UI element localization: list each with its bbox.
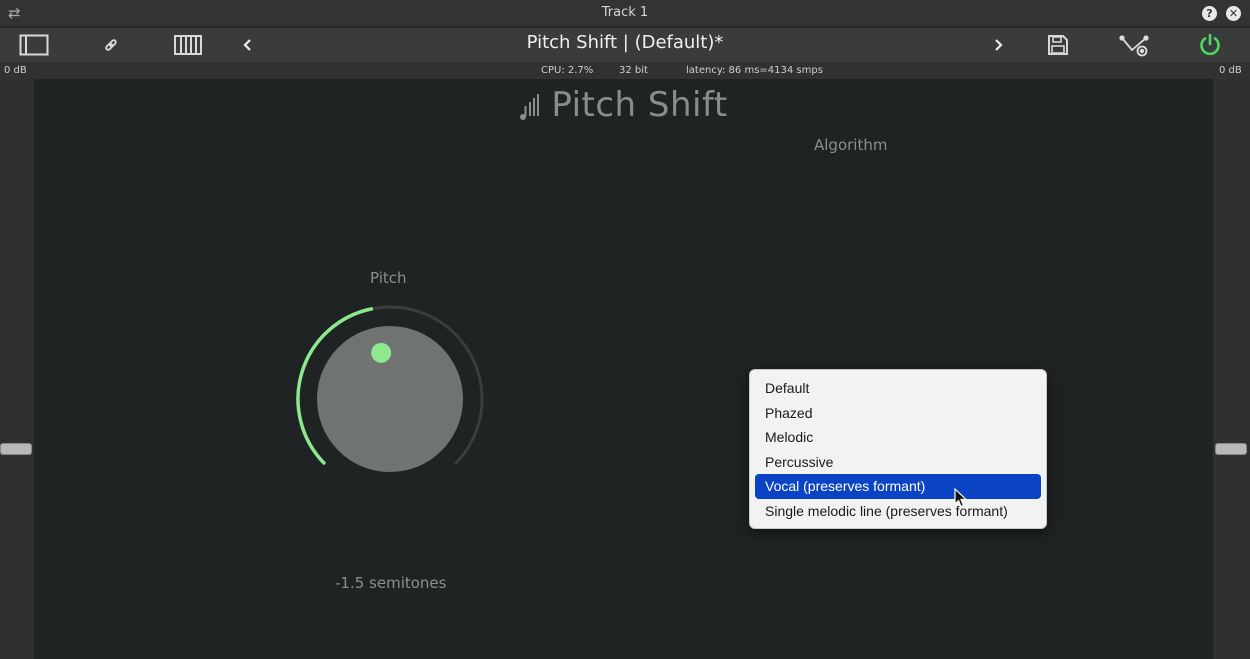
save-preset-button[interactable] [1044, 28, 1072, 62]
algorithm-option[interactable]: Default [755, 376, 1041, 401]
input-gain-fader[interactable] [0, 443, 32, 455]
input-gain-readout: 0 dB [4, 65, 27, 76]
algorithm-dropdown-menu: Default Phazed Melodic Percussive Vocal (pre… [749, 369, 1047, 529]
help-icon[interactable]: ? [1202, 6, 1217, 21]
pitch-knob[interactable] [292, 301, 488, 497]
pitch-knob-graphic [296, 305, 484, 472]
plugin-title-text: Pitch Shift [551, 85, 728, 125]
pitch-value-readout: -1.5 semitones [335, 574, 447, 592]
cpu-readout: CPU: 2.7% [541, 65, 594, 76]
output-gain-fader[interactable] [1215, 443, 1247, 455]
pitch-label: Pitch [370, 269, 407, 287]
next-preset-button[interactable] [988, 28, 1010, 62]
algorithm-label: Algorithm [814, 136, 888, 154]
mouse-cursor-icon [954, 488, 968, 508]
bypass-power-button[interactable] [1196, 28, 1224, 62]
close-icon[interactable]: ✕ [1226, 6, 1241, 21]
preset-title-text: Pitch Shift | (Default)* [526, 32, 724, 53]
latency-readout: latency: 86 ms=4134 smps [686, 65, 823, 76]
status-bar: 0 dB CPU: 2.7% 32 bit latency: 86 ms=413… [0, 62, 1250, 79]
plugin-title: Pitch Shift [34, 85, 1213, 125]
knob-indicator [371, 342, 392, 363]
window-titlebar: ⇄ Track 1 ? ✕ [0, 0, 1250, 27]
plugin-logo-icon [520, 93, 540, 120]
algorithm-option[interactable]: Percussive [755, 450, 1041, 475]
output-gain-readout: 0 dB [1219, 65, 1242, 76]
output-meter-strip [1213, 79, 1250, 659]
input-meter-strip [0, 79, 34, 659]
routing-icon [1119, 35, 1149, 57]
window-title: Track 1 [601, 5, 649, 20]
algorithm-option[interactable]: Single melodic line (preserves formant) [755, 499, 1041, 524]
routing-button[interactable] [1116, 28, 1152, 62]
bit-depth-readout: 32 bit [619, 65, 648, 76]
power-icon [1200, 33, 1220, 56]
algorithm-option[interactable]: Vocal (preserves formant) [755, 474, 1041, 499]
knob-body [317, 326, 463, 472]
algorithm-option[interactable]: Melodic [755, 425, 1041, 450]
chevron-right-icon [995, 39, 1003, 51]
floppy-disk-icon [1048, 35, 1068, 55]
algorithm-option[interactable]: Phazed [755, 401, 1041, 426]
plugin-toolbar: Pitch Shift | (Default)* [0, 28, 1250, 62]
